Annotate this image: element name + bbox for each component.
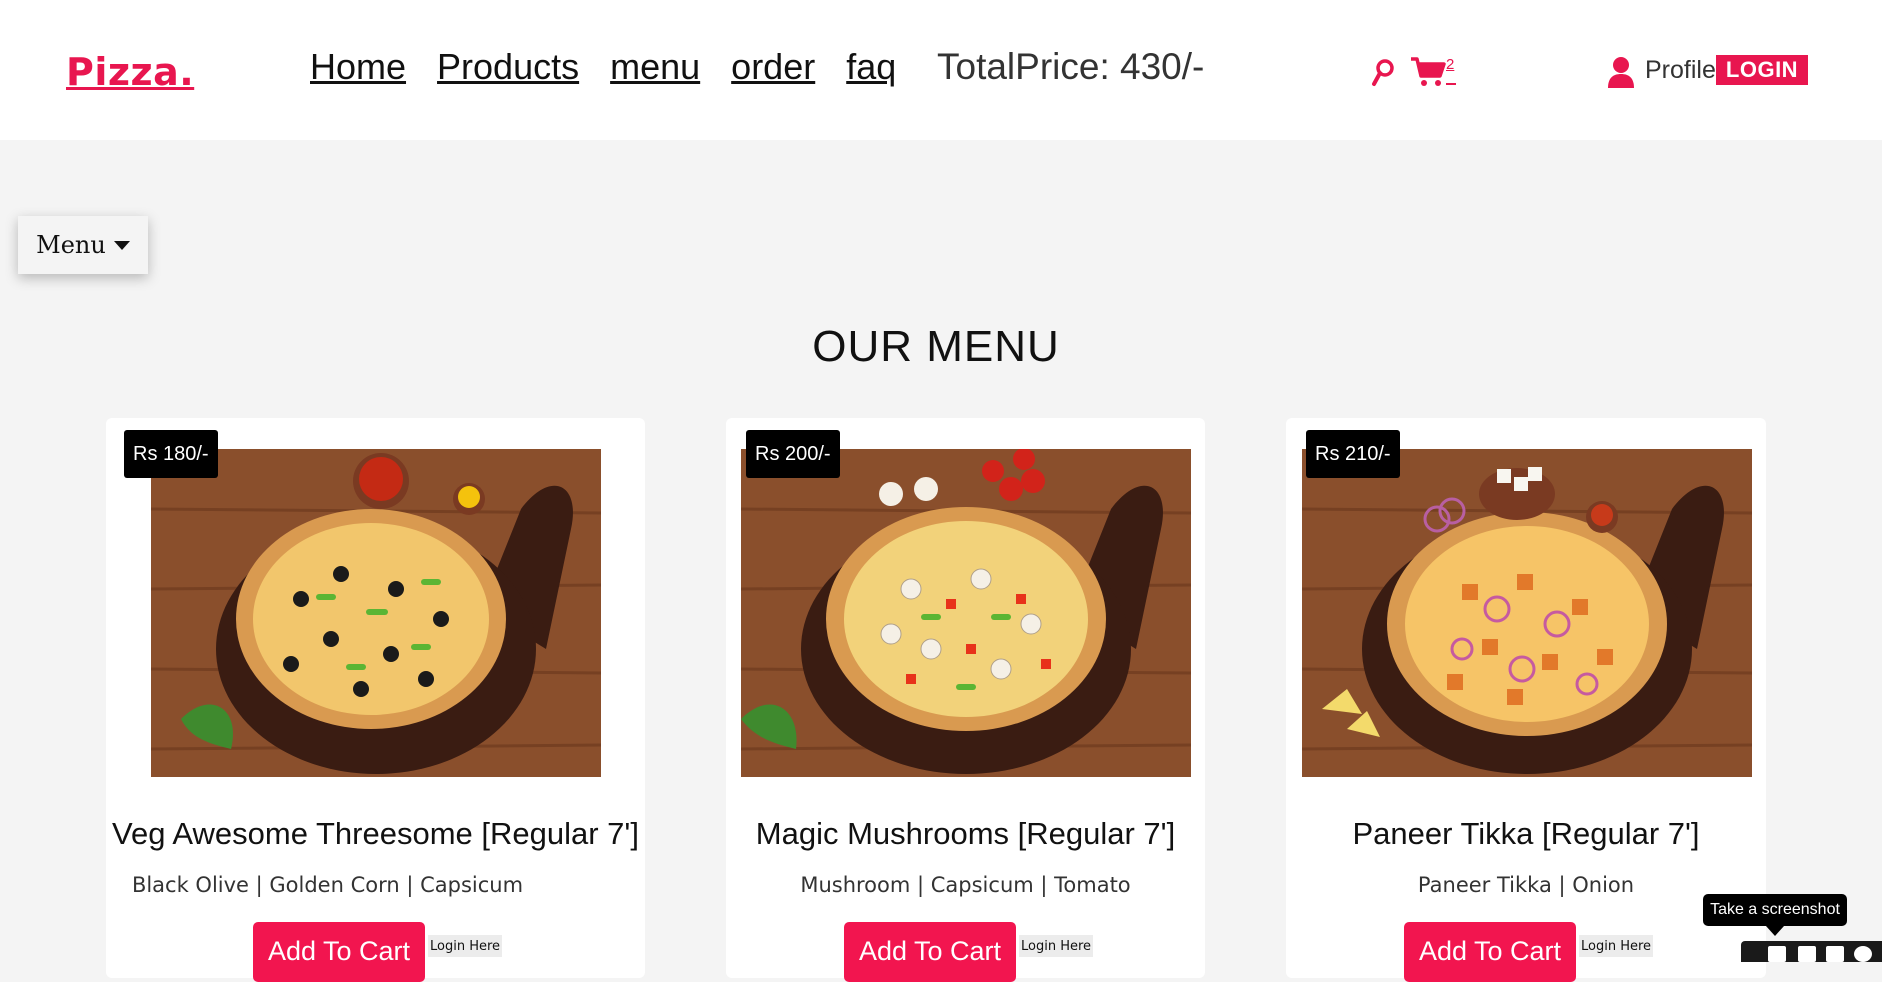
pizza-image bbox=[741, 449, 1191, 777]
copy-icon[interactable] bbox=[1826, 946, 1844, 962]
add-to-cart-button[interactable]: Add To Cart bbox=[1404, 922, 1576, 982]
pizza-image bbox=[1302, 449, 1752, 777]
section-title: OUR MENU bbox=[812, 322, 1060, 371]
nav-products-link[interactable]: Products bbox=[437, 46, 579, 88]
cart-icon[interactable] bbox=[1410, 56, 1446, 88]
pizza-image bbox=[151, 449, 601, 777]
login-here-link[interactable]: Login Here bbox=[1579, 935, 1654, 957]
tooltip-arrow bbox=[1766, 926, 1784, 936]
main-nav: Home Products menu order faq bbox=[310, 46, 927, 88]
profile-link[interactable]: Profile bbox=[1645, 56, 1716, 85]
product-card: Rs 210/- Paneer Tikka [Regular 7'] Panee… bbox=[1286, 418, 1766, 982]
video-icon[interactable] bbox=[1798, 946, 1816, 962]
camera-icon[interactable] bbox=[1768, 946, 1786, 962]
product-name: Magic Mushrooms [Regular 7'] bbox=[755, 816, 1176, 851]
add-to-cart-button[interactable]: Add To Cart bbox=[844, 922, 1016, 982]
product-description: Black Olive | Golden Corn | Capsicum bbox=[131, 873, 524, 897]
gear-icon[interactable] bbox=[1854, 946, 1872, 962]
menu-dropdown-button[interactable]: Menu bbox=[18, 216, 148, 274]
nav-order-link[interactable]: order bbox=[731, 46, 815, 88]
price-badge: Rs 180/- bbox=[124, 430, 218, 478]
menu-dropdown-label: Menu bbox=[36, 231, 106, 259]
screenshot-toolbar bbox=[1741, 941, 1882, 962]
nav-faq-link[interactable]: faq bbox=[846, 46, 896, 88]
caret-down-icon bbox=[113, 240, 130, 250]
login-here-link[interactable]: Login Here bbox=[1019, 935, 1094, 957]
product-description: Paneer Tikka | Onion bbox=[1417, 873, 1635, 897]
login-here-link[interactable]: Login Here bbox=[428, 935, 503, 957]
product-card: Rs 180/- Veg Awesome Threesome [Regular … bbox=[106, 418, 645, 982]
site-header: Pizza. Home Products menu order faq Tota… bbox=[0, 0, 1882, 140]
price-badge: Rs 210/- bbox=[1306, 430, 1400, 478]
price-badge: Rs 200/- bbox=[746, 430, 840, 478]
product-name: Paneer Tikka [Regular 7'] bbox=[1352, 816, 1700, 851]
add-to-cart-button[interactable]: Add To Cart bbox=[253, 922, 425, 982]
nav-menu-link[interactable]: menu bbox=[610, 46, 700, 88]
nav-home-link[interactable]: Home bbox=[310, 46, 406, 88]
screenshot-tooltip: Take a screenshot bbox=[1703, 894, 1847, 926]
product-name: Veg Awesome Threesome [Regular 7'] bbox=[112, 816, 639, 851]
total-price: TotalPrice: 430/- bbox=[937, 46, 1205, 87]
product-card: Rs 200/- Magic Mushrooms [Regular 7'] Mu… bbox=[726, 418, 1205, 982]
login-button[interactable]: LOGIN bbox=[1716, 55, 1808, 85]
product-description: Mushroom | Capsicum | Tomato bbox=[800, 873, 1131, 897]
site-logo[interactable]: Pizza. bbox=[66, 50, 194, 94]
user-icon[interactable] bbox=[1607, 56, 1635, 88]
search-icon[interactable] bbox=[1371, 58, 1395, 88]
cart-count-badge[interactable]: 2 bbox=[1446, 56, 1454, 73]
cart-count-underline bbox=[1446, 83, 1456, 85]
